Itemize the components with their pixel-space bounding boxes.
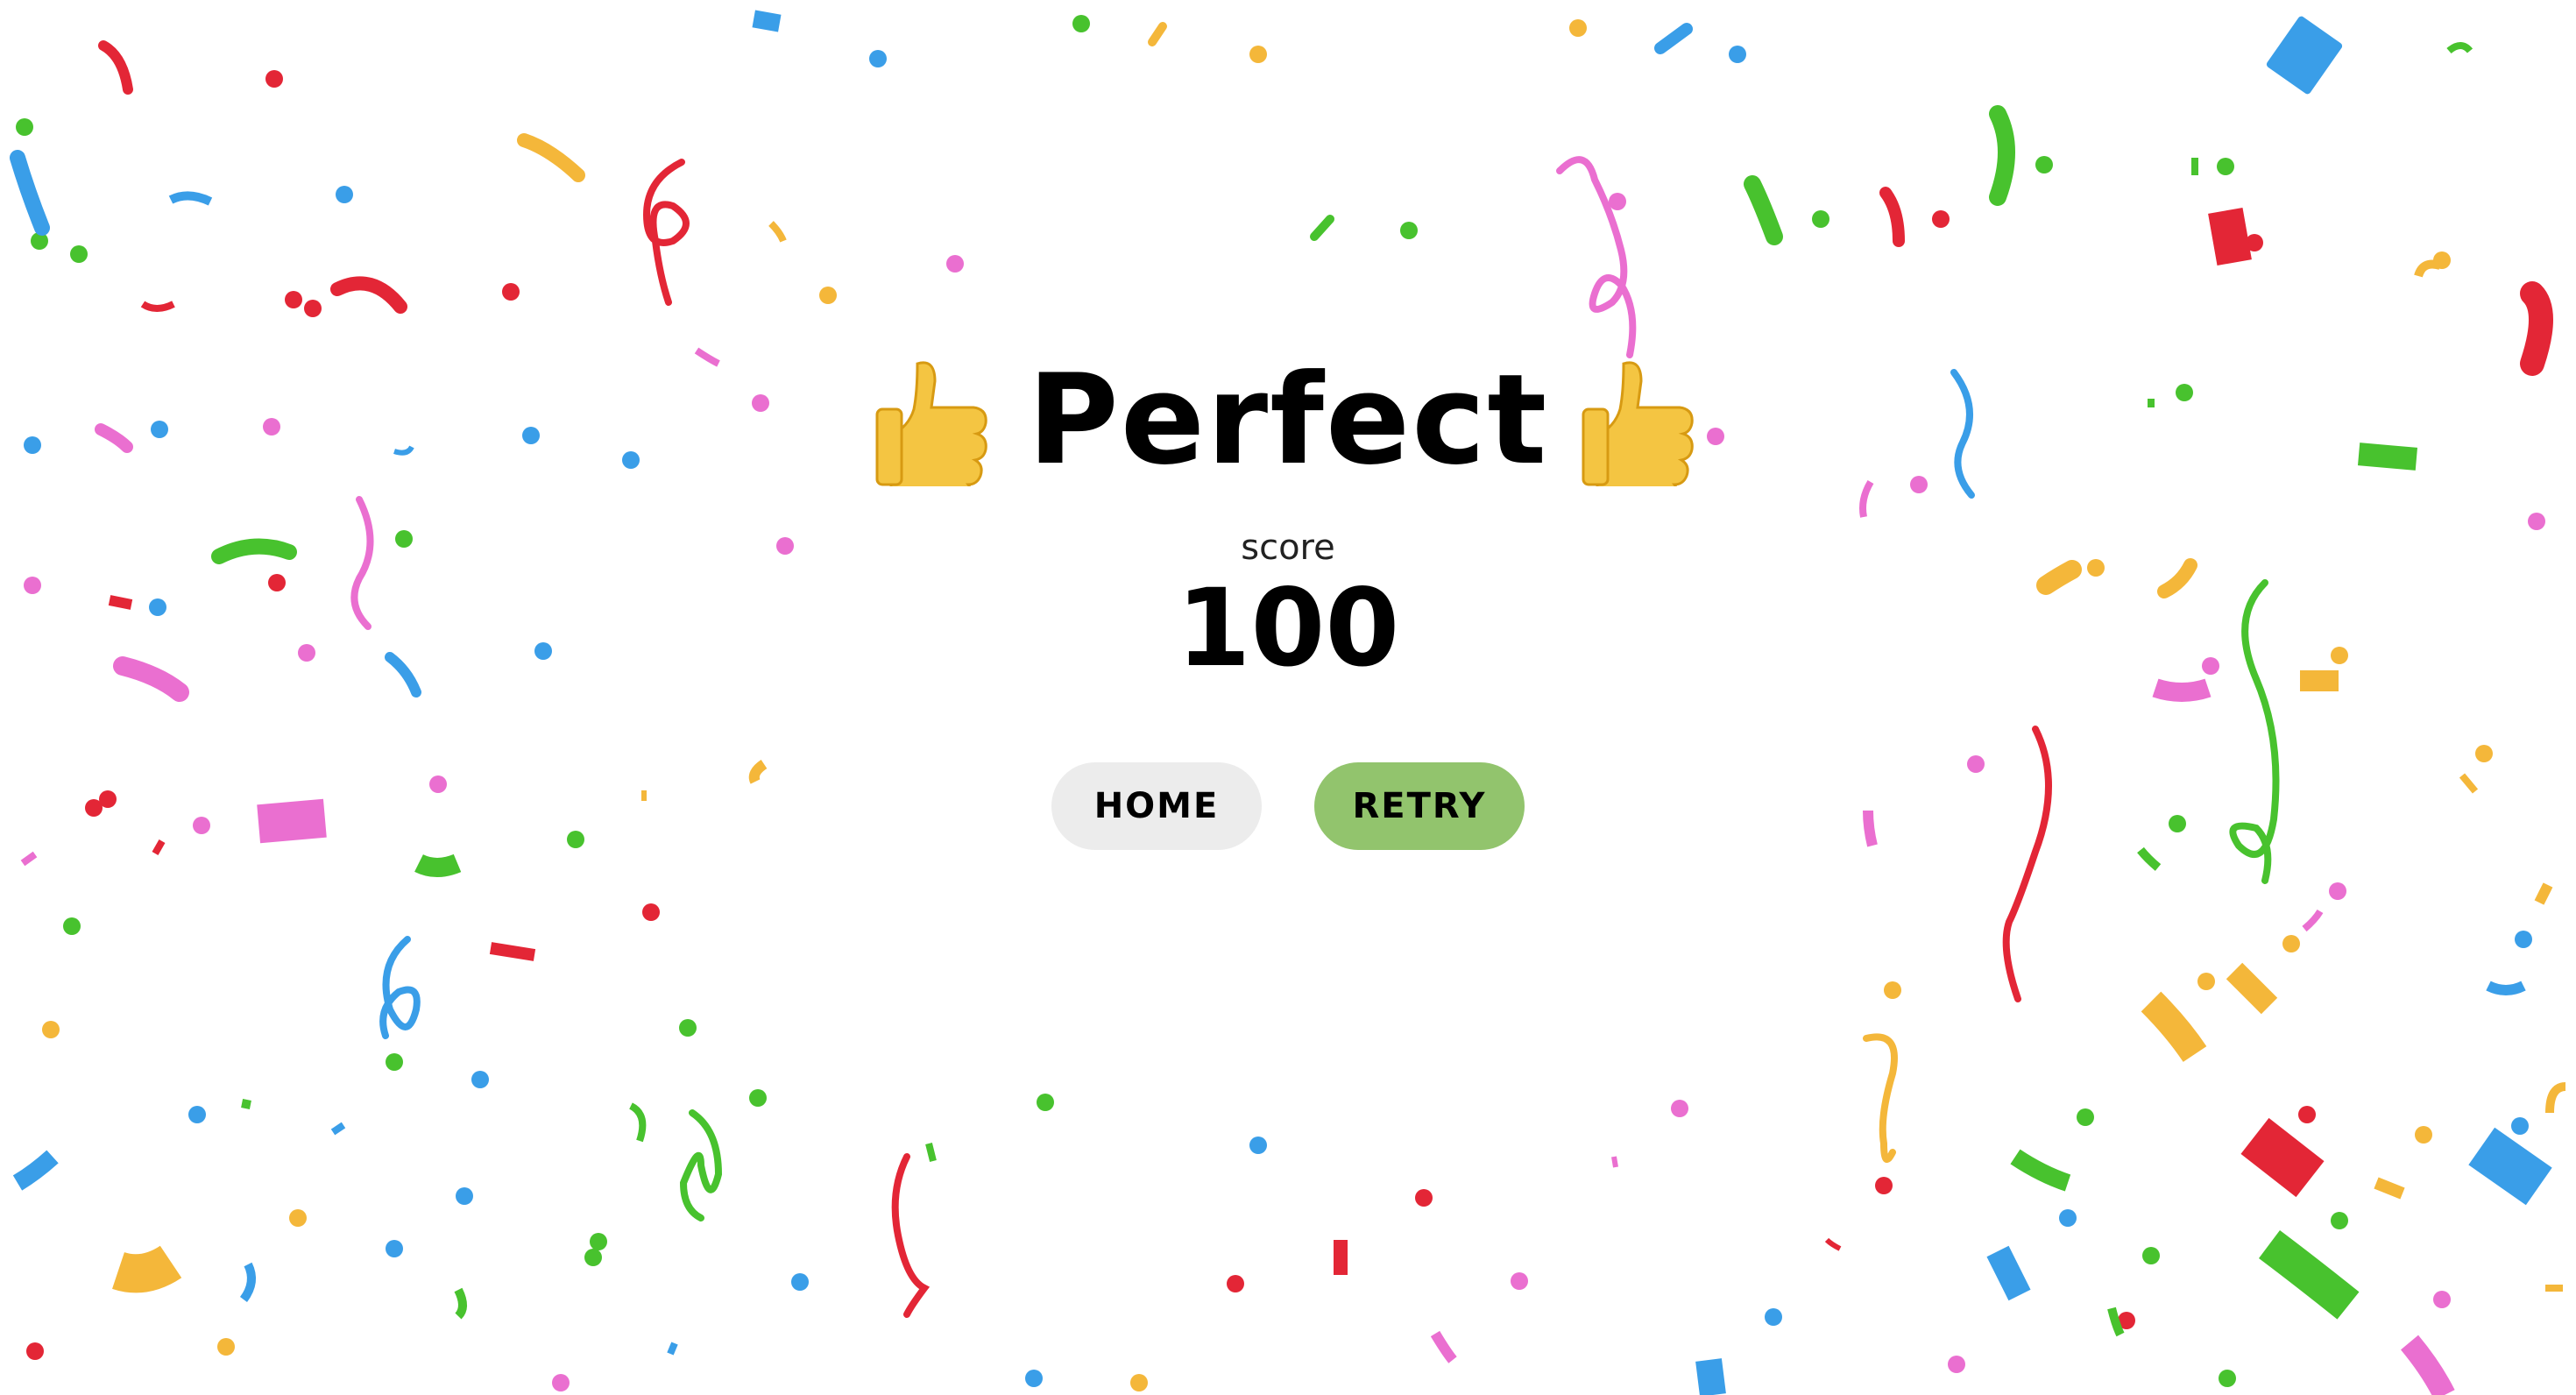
home-button[interactable]: HOME xyxy=(1051,762,1262,850)
action-buttons: HOME RETRY xyxy=(0,762,2576,850)
result-title: Perfect xyxy=(1027,348,1549,492)
thumbs-up-icon xyxy=(874,355,996,507)
score-label: score xyxy=(1241,528,1335,568)
thumbs-up-icon xyxy=(1580,355,1702,507)
celebration-screen: Perfect score 100 HOME RETRY xyxy=(0,0,2576,1395)
result-panel: Perfect score 100 HOME RETRY xyxy=(0,351,2576,850)
title-row: Perfect xyxy=(0,348,2576,507)
score-value: 100 xyxy=(1176,566,1400,690)
retry-button[interactable]: RETRY xyxy=(1314,762,1525,850)
